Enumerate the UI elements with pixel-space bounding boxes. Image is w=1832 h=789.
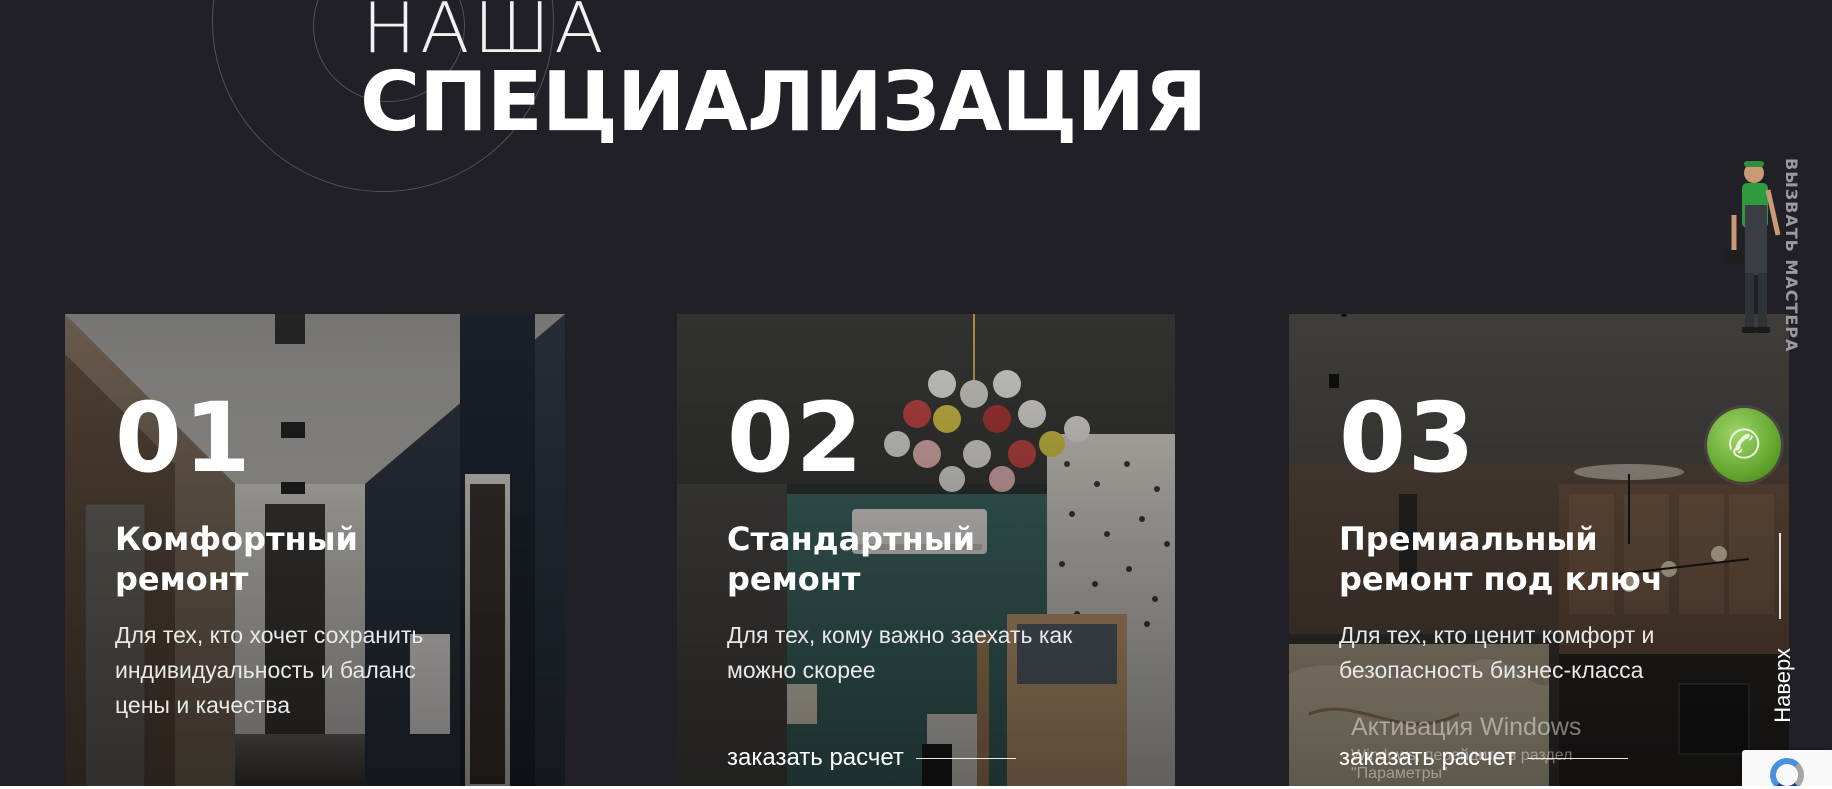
cta-line <box>915 757 1016 759</box>
card-desc-line: можно скорее <box>727 657 876 683</box>
section-title-bold: СПЕЦИАЛИЗАЦИЯ <box>360 55 1207 150</box>
card-title: Премиальный ремонт под ключ <box>1339 519 1759 599</box>
service-card-standard[interactable]: 02 Стандартный ремонт Для тех, кому важн… <box>677 314 1175 789</box>
card-title: Комфортный ремонт <box>115 519 535 599</box>
card-title-line: Премиальный <box>1339 520 1598 558</box>
windows-activation-hint: Windows, перейдите в раздел "Параметры" <box>1351 747 1572 783</box>
worker-figure-icon <box>1724 161 1781 333</box>
windows-activation-title: Активация Windows <box>1351 713 1582 741</box>
section-title-thin: НАША <box>362 0 608 69</box>
card-desc-line: Для тех, кому важно заехать как <box>727 622 1073 648</box>
scroll-top-line <box>1779 533 1781 619</box>
card-number: 03 <box>1339 382 1477 494</box>
order-estimate-link[interactable]: заказать расчет <box>727 744 1016 772</box>
card-desc-line: Для тех, кто хочет сохранить <box>115 622 424 648</box>
card-description: Для тех, кто хочет сохранить индивидуаль… <box>115 618 495 723</box>
card-title-line: ремонт под ключ <box>1339 560 1663 598</box>
windows-activation-hint-line: "Параметры" <box>1351 765 1448 782</box>
card-desc-line: безопасность бизнес-класса <box>1339 657 1644 683</box>
service-card-comfort[interactable]: 01 Комфортный ремонт Для тех, кто хочет … <box>65 314 565 789</box>
card-description: Для тех, кто ценит комфорт и безопасност… <box>1339 618 1739 688</box>
windows-activation-hint-line: Windows, перейдите в раздел <box>1351 747 1573 764</box>
specialization-section: НАША СПЕЦИАЛИЗАЦИЯ 01 Комфортный ремонт … <box>0 0 1832 789</box>
call-master-label[interactable]: ВЫЗВАТЬ МАСТЕРА <box>1782 158 1801 352</box>
phone-call-button[interactable]: ✆ <box>1707 408 1781 482</box>
order-estimate-label: заказать расчет <box>727 744 904 771</box>
card-title-line: ремонт <box>115 560 249 598</box>
card-number: 01 <box>115 382 253 494</box>
card-title-line: Комфортный <box>115 520 358 558</box>
card-desc-line: Для тех, кто ценит комфорт и <box>1339 622 1655 648</box>
call-master-button[interactable] <box>1712 155 1792 345</box>
scroll-top-button[interactable]: Наверх <box>1770 648 1796 723</box>
card-title-line: Стандартный <box>727 520 976 558</box>
recaptcha-badge[interactable] <box>1742 750 1832 789</box>
card-title-line: ремонт <box>727 560 861 598</box>
card-desc-line: цены и качества <box>115 692 290 718</box>
phone-icon: ✆ <box>1721 418 1767 472</box>
card-title: Стандартный ремонт <box>727 519 1147 599</box>
card-description: Для тех, кому важно заехать как можно ск… <box>727 618 1127 688</box>
card-number: 02 <box>727 382 865 494</box>
card-desc-line: индивидуальность и баланс <box>115 657 416 683</box>
recaptcha-icon <box>1770 758 1804 789</box>
